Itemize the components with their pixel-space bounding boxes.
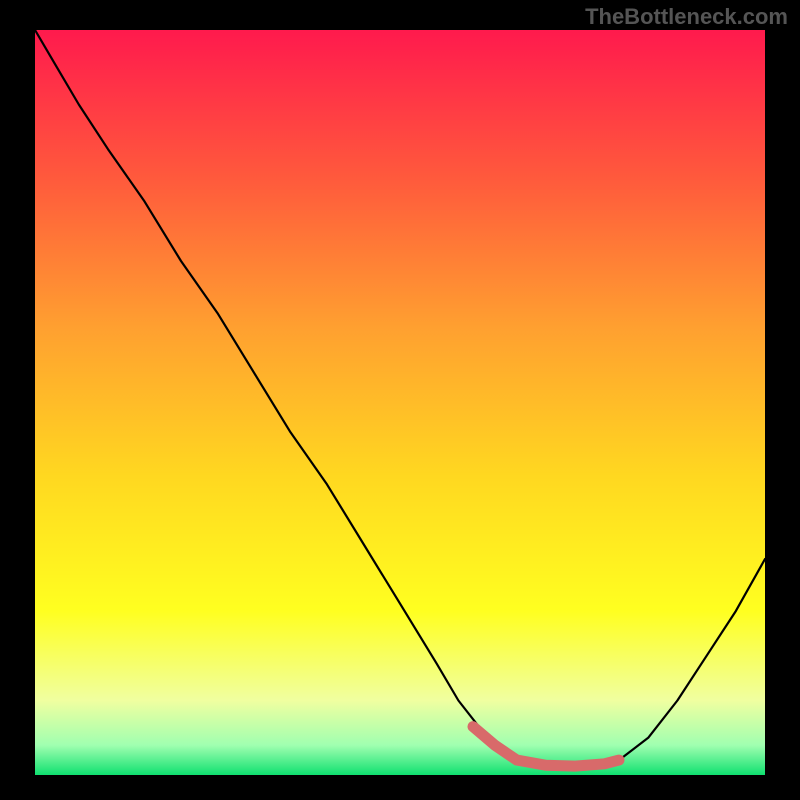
chart-container: TheBottleneck.com (0, 0, 800, 800)
watermark-text: TheBottleneck.com (585, 4, 788, 30)
bottleneck-curve-plot (35, 30, 765, 775)
gradient-background (35, 30, 765, 775)
